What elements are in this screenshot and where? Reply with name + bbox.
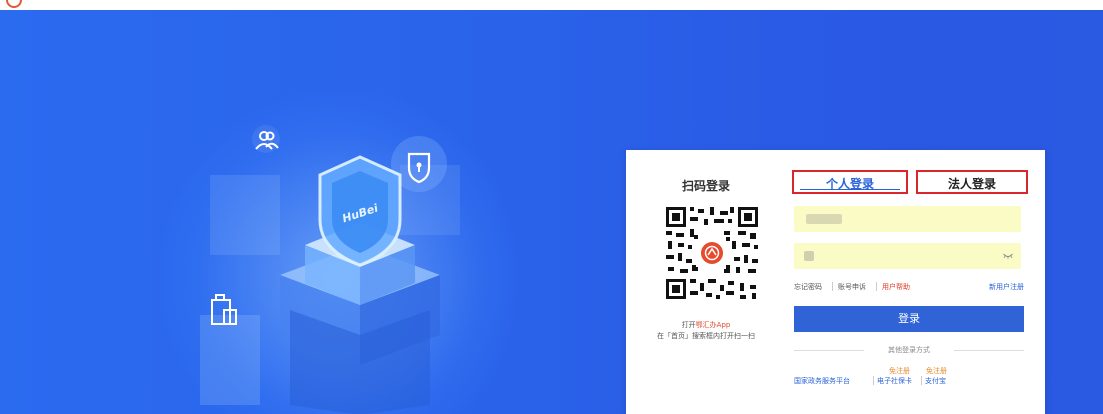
hero-banner: HuBei 扫码登录 打开鄂汇办App 在「首页」搜索框内打开扫一扫 个人登录 … <box>0 10 1103 414</box>
gov-platform-login-link[interactable]: 国家政务服务平台 <box>794 376 850 386</box>
account-links: 忘记密码 账号申诉 用户帮助 新用户注册 <box>794 282 1024 294</box>
forgot-password-link[interactable]: 忘记密码 <box>794 282 822 292</box>
login-card: 扫码登录 打开鄂汇办App 在「首页」搜索框内打开扫一扫 个人登录 法人登录 忘… <box>626 150 1045 414</box>
tab-legal-label: 法人登录 <box>947 177 996 191</box>
other-login-title: 其他登录方式 <box>794 345 1024 355</box>
divider <box>921 376 922 385</box>
tab-personal-login[interactable]: 个人登录 <box>792 170 908 194</box>
account-appeal-link[interactable]: 账号申诉 <box>838 282 866 292</box>
username-blurred-value <box>806 214 842 224</box>
other-login-options: 免注册 免注册 国家政务服务平台 电子社保卡 支付宝 <box>794 366 1024 390</box>
eye-closed-icon[interactable] <box>1003 253 1013 259</box>
divider <box>876 282 877 291</box>
login-type-tabs: 个人登录 法人登录 <box>792 170 1028 196</box>
no-register-badge: 免注册 <box>926 367 947 375</box>
qr-login-panel: 扫码登录 打开鄂汇办App 在「首页」搜索框内打开扫一扫 <box>626 150 786 414</box>
other-login-label: 其他登录方式 <box>884 346 934 354</box>
qr-login-title: 扫码登录 <box>681 179 730 193</box>
users-icon <box>252 125 280 153</box>
alipay-login-link[interactable]: 支付宝 <box>925 376 946 386</box>
security-illustration: HuBei <box>200 125 460 414</box>
username-input[interactable] <box>794 206 1021 232</box>
password-input[interactable] <box>794 243 1021 269</box>
divider <box>954 350 1024 351</box>
register-link[interactable]: 新用户注册 <box>989 282 1024 292</box>
divider <box>832 282 833 291</box>
divider <box>873 376 874 385</box>
site-logo-icon <box>6 0 22 8</box>
social-card-login-link[interactable]: 电子社保卡 <box>877 376 912 386</box>
divider <box>794 350 864 351</box>
user-help-link[interactable]: 用户帮助 <box>882 282 910 292</box>
active-tab-underline <box>800 189 900 190</box>
qr-hint-line2: 在「首页」搜索框内打开扫一扫 <box>657 332 755 340</box>
password-blurred-value <box>804 251 814 261</box>
qr-hint: 打开鄂汇办App 在「首页」搜索框内打开扫一扫 <box>626 320 786 342</box>
qr-hint-app: 鄂汇办App <box>695 321 731 329</box>
qr-code[interactable] <box>664 205 760 301</box>
no-register-badge: 免注册 <box>889 367 910 375</box>
qr-hint-prefix: 打开 <box>681 321 696 329</box>
login-button[interactable]: 登录 <box>794 306 1024 332</box>
top-bar <box>0 0 1103 10</box>
tab-legal-login[interactable]: 法人登录 <box>916 170 1028 194</box>
